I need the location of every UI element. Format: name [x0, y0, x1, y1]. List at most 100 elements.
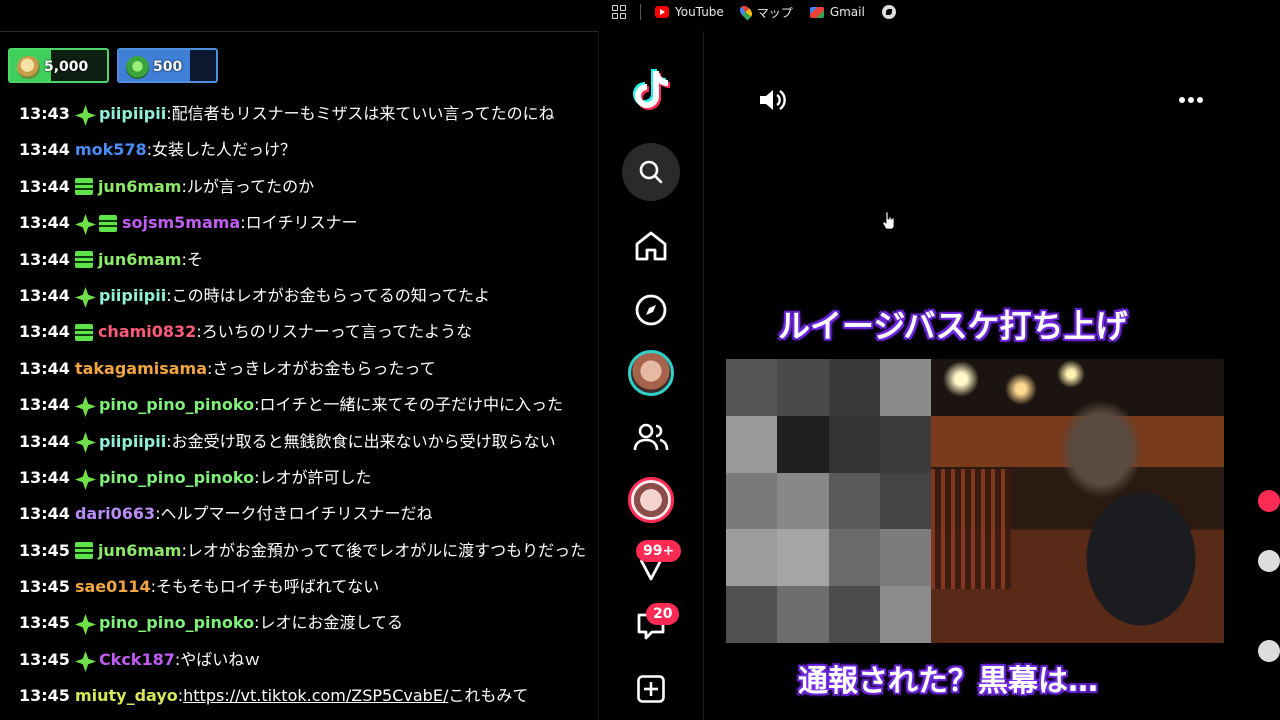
message-time: 13:45	[19, 649, 70, 669]
search-button[interactable]	[622, 143, 680, 201]
message-text: この時はレオがお金もらってるの知ってたよ	[171, 285, 490, 305]
bookmark-youtube[interactable]: YouTube	[655, 5, 724, 19]
mosaic-block	[726, 415, 778, 473]
gift-badge-icon	[74, 542, 93, 560]
tiktok-logo[interactable]	[622, 60, 680, 118]
avatar	[628, 350, 674, 396]
message-link[interactable]: https://vt.tiktok.com/ZSP5CvabE/	[183, 678, 448, 714]
message-text: やばいねｗ	[180, 649, 261, 669]
message-text: そもそもロイチも呼ばれてない	[156, 577, 380, 597]
bookmark-label: Gmail	[829, 5, 865, 19]
notification-count-badge: 99+	[636, 540, 682, 562]
chat-message: 13:45 miuty_dayo: https://vt.tiktok.com/Z…	[19, 678, 598, 714]
message-username[interactable]: jun6mam	[98, 242, 182, 278]
avatar	[628, 477, 674, 523]
divider	[0, 31, 598, 32]
chat-message: 13:44 takagamisama: さっきレオがお金もらったって	[19, 351, 598, 387]
mosaic-block	[777, 586, 829, 643]
message-username[interactable]: Ckck187	[99, 642, 175, 678]
message-time: 13:45	[19, 540, 70, 560]
mosaic-block	[777, 415, 829, 473]
message-text: ロイチと一緒に来てその子だけ中に入った	[259, 395, 564, 415]
sparkle-badge-icon	[74, 213, 96, 235]
message-time: 13:44	[19, 467, 70, 487]
chat-message: 13:44 sojsm5mama: ロイチリスナー	[19, 205, 598, 241]
sparkle-badge-icon	[74, 286, 96, 308]
globe-icon[interactable]	[881, 5, 896, 19]
mosaic-block	[828, 359, 880, 416]
chat-message: 13:45 sae0114: そもそもロイチも呼ばれてない	[19, 569, 598, 605]
tiktok-logo-icon	[633, 69, 670, 110]
friends-button[interactable]	[622, 408, 680, 466]
mosaic-block	[879, 586, 931, 643]
live-avatar-button[interactable]	[622, 471, 680, 529]
message-username[interactable]: pino_pino_pinoko	[99, 605, 254, 641]
chat-message: 13:45 jun6mam: レオがお金預かってて後でレオがルに渡すつもりだった	[19, 533, 598, 569]
upload-button[interactable]	[622, 660, 680, 718]
sparkle-badge-icon	[74, 104, 96, 126]
chat-message: 13:45 pino_pino_pinoko: レオにお金渡してる	[19, 605, 598, 641]
gift-icon	[17, 56, 40, 79]
mosaic-block	[828, 415, 880, 473]
gift-badge-icon	[74, 324, 93, 342]
maps-icon	[737, 3, 755, 21]
message-time: 13:44	[19, 322, 70, 342]
follow-plus-icon[interactable]	[1258, 490, 1280, 512]
gmail-icon	[809, 6, 824, 18]
video-scene	[931, 359, 1224, 643]
message-username[interactable]: takagamisama	[75, 351, 207, 387]
lights	[931, 359, 1224, 419]
following-avatar-button[interactable]	[622, 344, 680, 402]
mosaic-block	[726, 472, 778, 530]
chat-message: 13:44 piipiipii: お金受け取ると無銭飲食に出来ないから受け取らない	[19, 424, 598, 460]
message-username[interactable]: miuty_dayo	[75, 678, 178, 714]
chat-message: 13:44 pino_pino_pinoko: レオが許可した	[19, 460, 598, 496]
bookmark-gmail[interactable]: Gmail	[809, 5, 865, 19]
mosaic-block	[726, 359, 778, 416]
video-frame[interactable]	[726, 359, 1224, 643]
mosaic-block	[777, 472, 829, 530]
bookmark-maps[interactable]: マップ	[737, 3, 793, 21]
gift-badge-icon	[74, 178, 93, 196]
message-username[interactable]: piipiipii	[99, 424, 166, 460]
message-username[interactable]: jun6mam	[98, 533, 182, 569]
tiktok-sidebar: 99+ 20	[598, 31, 704, 720]
message-username[interactable]: piipiipii	[99, 278, 166, 314]
message-username[interactable]: piipiipii	[99, 96, 166, 132]
message-username[interactable]: mok578	[75, 132, 147, 168]
hand-cursor-icon	[882, 211, 894, 229]
apps-grid-icon[interactable]	[612, 5, 626, 19]
message-username[interactable]: pino_pino_pinoko	[99, 387, 254, 423]
message-username[interactable]: sojsm5mama	[122, 205, 240, 241]
heart-icon[interactable]	[1258, 550, 1280, 572]
comment-icon[interactable]	[1258, 640, 1280, 662]
bookmark-label: YouTube	[675, 5, 724, 19]
message-username[interactable]: dari0663	[75, 496, 155, 532]
chat-message-list[interactable]: 13:43 piipiipii: 配信者もリスナーもミザスは来ていい言ってたのにね…	[19, 96, 598, 715]
mosaic-block	[879, 359, 931, 416]
explore-button[interactable]	[622, 281, 680, 339]
message-time: 13:44	[19, 176, 70, 196]
friends-icon	[633, 423, 669, 451]
plus-square-icon	[637, 675, 665, 703]
message-username[interactable]: jun6mam	[98, 169, 182, 205]
goal-bar-1: 5,000	[8, 48, 109, 83]
message-username[interactable]: pino_pino_pinoko	[99, 460, 254, 496]
compass-icon	[635, 294, 667, 326]
divider	[640, 4, 641, 20]
tiktok-page: 99+ 20 ルイージバスケ打ち上げ 通報された？黒幕は…	[598, 31, 1280, 720]
chat-panel: 5,000 500 13:43 piipiipii: 配信者もリスナーもミザスは来…	[0, 0, 598, 720]
gift-icon	[126, 56, 149, 79]
message-text: お金受け取ると無銭飲食に出来ないから受け取らない	[171, 431, 556, 451]
message-username[interactable]: chami0832	[98, 314, 196, 350]
sparkle-badge-icon	[74, 395, 96, 417]
message-username[interactable]: sae0114	[75, 569, 151, 605]
sparkle-badge-icon	[74, 432, 96, 454]
mosaic-block	[879, 415, 931, 473]
message-time: 13:44	[19, 285, 70, 305]
chat-message: 13:44 piipiipii: この時はレオがお金もらってるの知ってたよ	[19, 278, 598, 314]
youtube-icon	[655, 6, 669, 18]
more-options-button[interactable]	[1178, 91, 1204, 113]
home-button[interactable]	[622, 217, 680, 275]
volume-button[interactable]	[758, 87, 788, 117]
